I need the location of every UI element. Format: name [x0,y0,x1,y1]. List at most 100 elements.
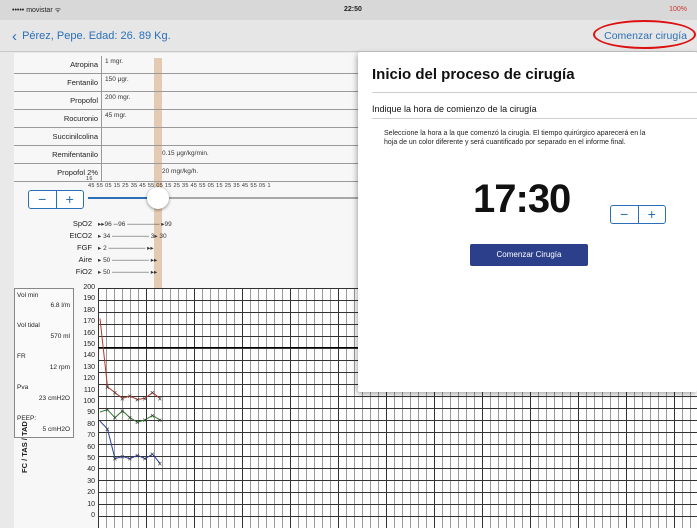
vital-row[interactable]: SpO2 ▸▸96 ─96 ─────── ▸99 [14,219,264,231]
time-slider-knob[interactable] [147,187,169,209]
data-point-marker: × [143,455,148,464]
data-point-marker: × [143,394,148,403]
drug-name: Rocuronio [14,110,102,128]
y-tick-label: 100 [83,398,95,405]
y-tick-label: 10 [87,500,95,508]
clock: 22:50 [344,6,362,13]
y-tick-label: 60 [87,443,95,451]
drug-row[interactable]: Remifentanilo 0.15 μgr/kg/min. [14,146,360,164]
data-point-marker: × [158,459,163,468]
y-tick-label: 30 [87,477,95,485]
time-slider-track[interactable] [88,197,358,199]
vital-name: FiO2 [75,267,92,276]
data-point-marker: × [113,455,118,464]
data-point-marker: × [128,414,133,423]
y-tick-label: 40 [87,466,95,474]
vitals-list: SpO2 ▸▸96 ─96 ─────── ▸99 EtCO2 ▸ 34 ─────… [14,219,264,279]
data-point-marker: × [113,389,118,398]
data-point-marker: × [150,450,155,459]
highlight-ring [593,20,696,49]
y-tick-label: 190 [83,295,95,303]
drug-dose: 200 mgr. [105,94,131,101]
vital-name: SpO2 [72,219,92,228]
drug-row[interactable]: Atropina 1 mgr. [14,56,360,74]
data-point-marker: × [120,452,125,461]
param-value: 23 cmH2O [38,395,70,402]
back-button[interactable]: ‹ Pérez, Pepe. Edad: 26. 89 Kg. [12,28,171,45]
time-stepper: − + [28,190,84,209]
data-point-marker: × [105,383,110,392]
param-value: 6.8 l/m [50,302,70,309]
vital-row[interactable]: FiO2 ▸ 50 ──────── ▸▸ [14,267,264,279]
time-scale-hour: 16 [86,176,93,182]
y-tick-label: 90 [87,409,95,417]
data-point-marker: × [105,425,110,434]
divider [372,92,697,93]
panel-prompt: Indique la hora de comienzo de la cirugí… [372,104,537,114]
y-tick-label: 140 [83,352,95,360]
data-point-marker: × [105,406,110,415]
drug-name: Fentanilo [14,74,102,92]
drug-name: Remifentanilo [14,146,102,164]
data-point-marker: × [135,451,140,460]
drug-row[interactable]: Propofol 200 mgr. [14,92,360,110]
param-value: 5 cmH2O [42,426,70,433]
chevron-left-icon: ‹ [12,28,17,45]
data-point-marker: × [150,389,155,398]
y-axis: 200 190 180 170 160 150 140 130 120 110 100 90 80 70 6… [74,284,98,528]
ventilation-params: Vol min 6.8 l/m Vol tidal 570 ml FR 12 r… [14,288,74,438]
vital-name: Aire [78,255,92,264]
vital-values: ▸ 50 ──────── ▸▸ [98,269,158,276]
time-scale: 16 45 55 05 15 25 35 45 55 05 15 25 35 4… [86,176,271,189]
panel-title: Inicio del proceso de cirugía [372,66,575,83]
y-tick-label: 170 [83,318,95,326]
drug-infusion-rate: 20 mgr/kg/h. [162,168,199,175]
drug-dose: 45 mgr. [105,112,127,119]
param-label: Vol min [17,292,39,299]
vital-values: ▸ 2 ──────── ▸▸ [98,245,154,252]
data-point-marker: × [120,407,125,416]
vital-row[interactable]: EtCO2 ▸ 34 ──────── 3▸ 30 [14,231,264,243]
vital-name: FGF [77,243,92,252]
panel-description: Seleccione la hora a la que comenzó la c… [384,130,646,146]
y-tick-label: 150 [83,341,95,348]
y-tick-label: 120 [83,375,95,383]
status-bar: ••••• movistar ᯤ 22:50 100% [0,0,697,20]
data-point-marker: × [128,455,133,464]
drug-infusion-rate: 0.15 μgr/kg/min. [162,150,209,157]
drug-list: Atropina 1 mgr. Fentanilo 150 μgr. Propofo… [14,56,360,182]
vital-row[interactable]: FGF ▸ 2 ──────── ▸▸ [14,243,264,255]
minus-icon[interactable]: − [611,206,638,223]
data-point-marker: × [128,392,133,401]
plus-icon[interactable]: + [55,191,84,208]
drug-dose: 1 mgr. [105,58,124,65]
y-tick-label: 180 [83,306,95,314]
y-tick-label: 110 [83,386,95,394]
param-label: Vol tidal [17,322,40,329]
data-point-marker: × [135,418,140,427]
start-time-stepper: − + [610,205,666,224]
y-axis-title: FC / TAS / TAD [20,421,29,473]
drug-row[interactable]: Rocuronio 45 mgr. [14,110,360,128]
vital-row[interactable]: Aire ▸ 50 ──────── ▸▸ [14,255,264,267]
drug-row[interactable]: Propofol 2% 20 mgr/kg/h. [14,164,360,182]
plus-icon[interactable]: + [637,206,666,223]
navigation-bar: ‹ Pérez, Pepe. Edad: 26. 89 Kg. Comenzar… [0,20,697,52]
patient-title: Pérez, Pepe. Edad: 26. 89 Kg. [22,30,171,42]
drug-row[interactable]: Fentanilo 150 μgr. [14,74,360,92]
minus-icon[interactable]: − [29,191,56,208]
vital-values: ▸▸96 ─96 ─────── ▸99 [98,221,172,228]
drug-name: Atropina [14,56,102,74]
y-tick-label: 160 [83,329,95,337]
drug-dose: 150 μgr. [105,76,129,83]
drug-name: Propofol [14,92,102,110]
param-label: Pva [17,384,29,391]
drug-row[interactable]: Succinilcolina [14,128,360,146]
y-tick-label: 20 [87,489,95,497]
start-time-display: 17:30 [473,177,571,221]
start-surgery-button[interactable]: Comenzar Cirugía [470,244,588,266]
vital-name: EtCO2 [69,231,92,240]
y-tick-label: 0 [91,512,95,519]
data-point-marker: × [150,411,155,420]
divider [372,118,697,119]
